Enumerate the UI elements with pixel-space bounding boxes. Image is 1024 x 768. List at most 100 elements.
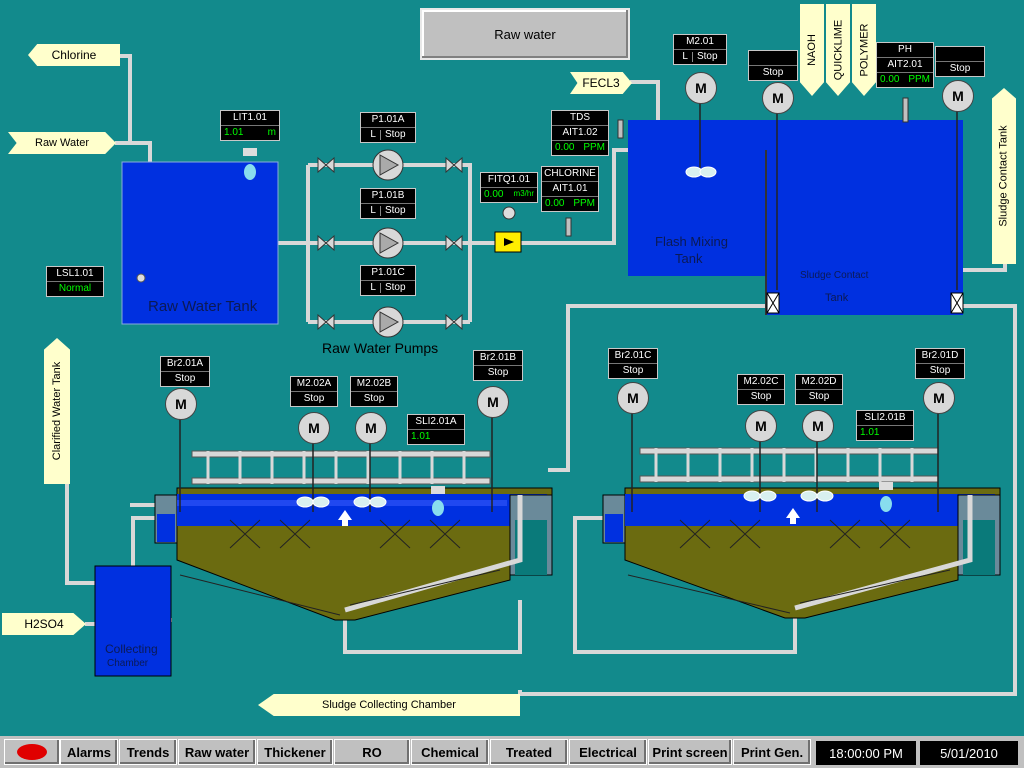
m202c-status: Stop — [750, 391, 772, 402]
p101a-tag[interactable]: P1.01A L Stop — [360, 112, 416, 143]
clarified-water-tank-tag: Clarified Water Tank — [44, 338, 70, 484]
alarm-indicator-icon[interactable] — [4, 739, 60, 765]
p101b-tag[interactable]: P1.01B L Stop — [360, 188, 416, 219]
fecl3-inlet-tag: FECL3 — [570, 72, 632, 94]
m202c-name: M2.02C — [738, 375, 784, 390]
br201c-name: Br2.01C — [609, 349, 657, 364]
trends-button[interactable]: Trends — [119, 739, 177, 765]
m202b-motor-icon[interactable]: M — [355, 412, 387, 444]
naoh-motor-status: Stop — [762, 67, 784, 78]
m201-tag[interactable]: M2.01 L Stop — [673, 34, 727, 65]
m201-motor-icon[interactable]: M — [685, 72, 717, 104]
m202d-name: M2.02D — [796, 375, 842, 390]
polymer-motor-status: Stop — [949, 63, 971, 74]
polymer-inlet-tag: POLYMER — [852, 4, 876, 96]
p101c-status: Stop — [384, 282, 406, 293]
tds-unit: PPM — [583, 142, 605, 153]
m202d-tag[interactable]: M2.02D Stop — [795, 374, 843, 405]
br201d-tag[interactable]: Br2.01D Stop — [915, 348, 965, 379]
p101c-name: P1.01C — [361, 266, 415, 281]
br201b-tag[interactable]: Br2.01B Stop — [473, 350, 523, 381]
ph-name: PH — [877, 43, 933, 58]
ph-value: 0.00 — [880, 74, 900, 85]
print-gen-button[interactable]: Print Gen. — [733, 739, 811, 765]
print-screen-button[interactable]: Print screen — [648, 739, 732, 765]
chlorine-analyzer-name: CHLORINE — [542, 167, 598, 182]
br201d-status: Stop — [929, 365, 951, 376]
raw-water-tank-label: Raw Water Tank — [148, 298, 258, 315]
collecting-chamber-label: Collecting — [105, 642, 158, 656]
lsl101-tag[interactable]: LSL1.01 Normal — [46, 266, 104, 297]
m202d-status: Stop — [808, 391, 830, 402]
br201a-motor-icon[interactable]: M — [165, 388, 197, 420]
screen-title: Raw water — [420, 8, 630, 60]
lit101-value: 1.01 — [224, 127, 244, 138]
chlorine-analyzer-tag[interactable]: CHLORINE AIT1.01 0.00 PPM — [541, 166, 599, 212]
tds-tag[interactable]: TDS AIT1.02 0.00 PPM — [551, 110, 609, 156]
ph-tag[interactable]: PH AIT2.01 0.00 PPM — [876, 42, 934, 88]
sli201a-name: SLI2.01A — [408, 415, 464, 430]
chemical-button[interactable]: Chemical — [411, 739, 489, 765]
br201b-motor-icon[interactable]: M — [477, 386, 509, 418]
m202a-motor-icon[interactable]: M — [298, 412, 330, 444]
ph-sub: AIT2.01 — [877, 58, 933, 73]
m201-mode: L — [682, 52, 693, 62]
br201d-motor-icon[interactable]: M — [923, 382, 955, 414]
p101c-mode: L — [370, 283, 381, 293]
treated-button[interactable]: Treated — [490, 739, 568, 765]
br201b-name: Br2.01B — [474, 351, 522, 366]
sli201a-value: 1.01 — [411, 431, 431, 442]
m202c-motor-icon[interactable]: M — [745, 410, 777, 442]
lit101-tag[interactable]: LIT1.01 1.01 m — [220, 110, 280, 141]
br201d-name: Br2.01D — [916, 349, 964, 364]
tds-value: 0.00 — [555, 142, 575, 153]
naoh-motor-icon[interactable]: M — [762, 82, 794, 114]
flash-mixing-tank-label-2: Tank — [675, 251, 703, 266]
lit101-name: LIT1.01 — [221, 111, 279, 126]
chlorine-analyzer-unit: PPM — [573, 198, 595, 209]
m201-name: M2.01 — [674, 35, 726, 50]
p101c-tag[interactable]: P1.01C L Stop — [360, 265, 416, 296]
sli201b-value: 1.01 — [860, 427, 880, 438]
fitq101-unit: m3/hr — [513, 189, 534, 198]
thickener-button[interactable]: Thickener — [257, 739, 333, 765]
m202a-tag[interactable]: M2.02A Stop — [290, 376, 338, 407]
sli201a-tag[interactable]: SLI2.01A 1.01 — [407, 414, 465, 445]
br201a-name: Br2.01A — [161, 357, 209, 372]
tds-name: TDS — [552, 111, 608, 126]
br201b-status: Stop — [487, 367, 509, 378]
br201a-tag[interactable]: Br2.01A Stop — [160, 356, 210, 387]
p101a-name: P1.01A — [361, 113, 415, 128]
raw-water-inlet-tag: Raw Water — [8, 132, 116, 154]
clock-date: 5/01/2010 — [918, 739, 1020, 767]
m202c-tag[interactable]: M2.02C Stop — [737, 374, 785, 405]
br201c-motor-icon[interactable]: M — [617, 382, 649, 414]
chlorine-analyzer-value: 0.00 — [545, 198, 565, 209]
polymer-motor-icon[interactable]: M — [942, 80, 974, 112]
fitq101-tag[interactable]: FITQ1.01 0.00 m3/hr — [480, 172, 538, 203]
electrical-button[interactable]: Electrical — [569, 739, 647, 765]
m202a-name: M2.02A — [291, 377, 337, 392]
naoh-motor-tag[interactable]: Stop — [748, 50, 798, 81]
ro-button[interactable]: RO — [334, 739, 410, 765]
sli201b-name: SLI2.01B — [857, 411, 913, 426]
p101a-mode: L — [370, 130, 381, 140]
p101b-status: Stop — [384, 205, 406, 216]
m202a-status: Stop — [303, 393, 325, 404]
h2so4-inlet-tag: H2SO4 — [2, 613, 86, 635]
chlorine-analyzer-sub: AIT1.01 — [542, 182, 598, 197]
raw-water-button[interactable]: Raw water — [178, 739, 256, 765]
m201-status: Stop — [696, 51, 718, 62]
alarms-button[interactable]: Alarms — [60, 739, 118, 765]
fitq101-value: 0.00 — [484, 189, 504, 200]
sli201b-tag[interactable]: SLI2.01B 1.01 — [856, 410, 914, 441]
sludge-contact-tank-label: Sludge Contact — [800, 270, 869, 281]
sludge-collecting-chamber-tag: Sludge Collecting Chamber — [258, 694, 520, 716]
m202d-motor-icon[interactable]: M — [802, 410, 834, 442]
br201c-status: Stop — [622, 365, 644, 376]
br201c-tag[interactable]: Br2.01C Stop — [608, 348, 658, 379]
m202b-tag[interactable]: M2.02B Stop — [350, 376, 398, 407]
ph-unit: PPM — [908, 74, 930, 85]
polymer-motor-tag[interactable]: Stop — [935, 46, 985, 77]
lit101-unit: m — [267, 127, 276, 138]
